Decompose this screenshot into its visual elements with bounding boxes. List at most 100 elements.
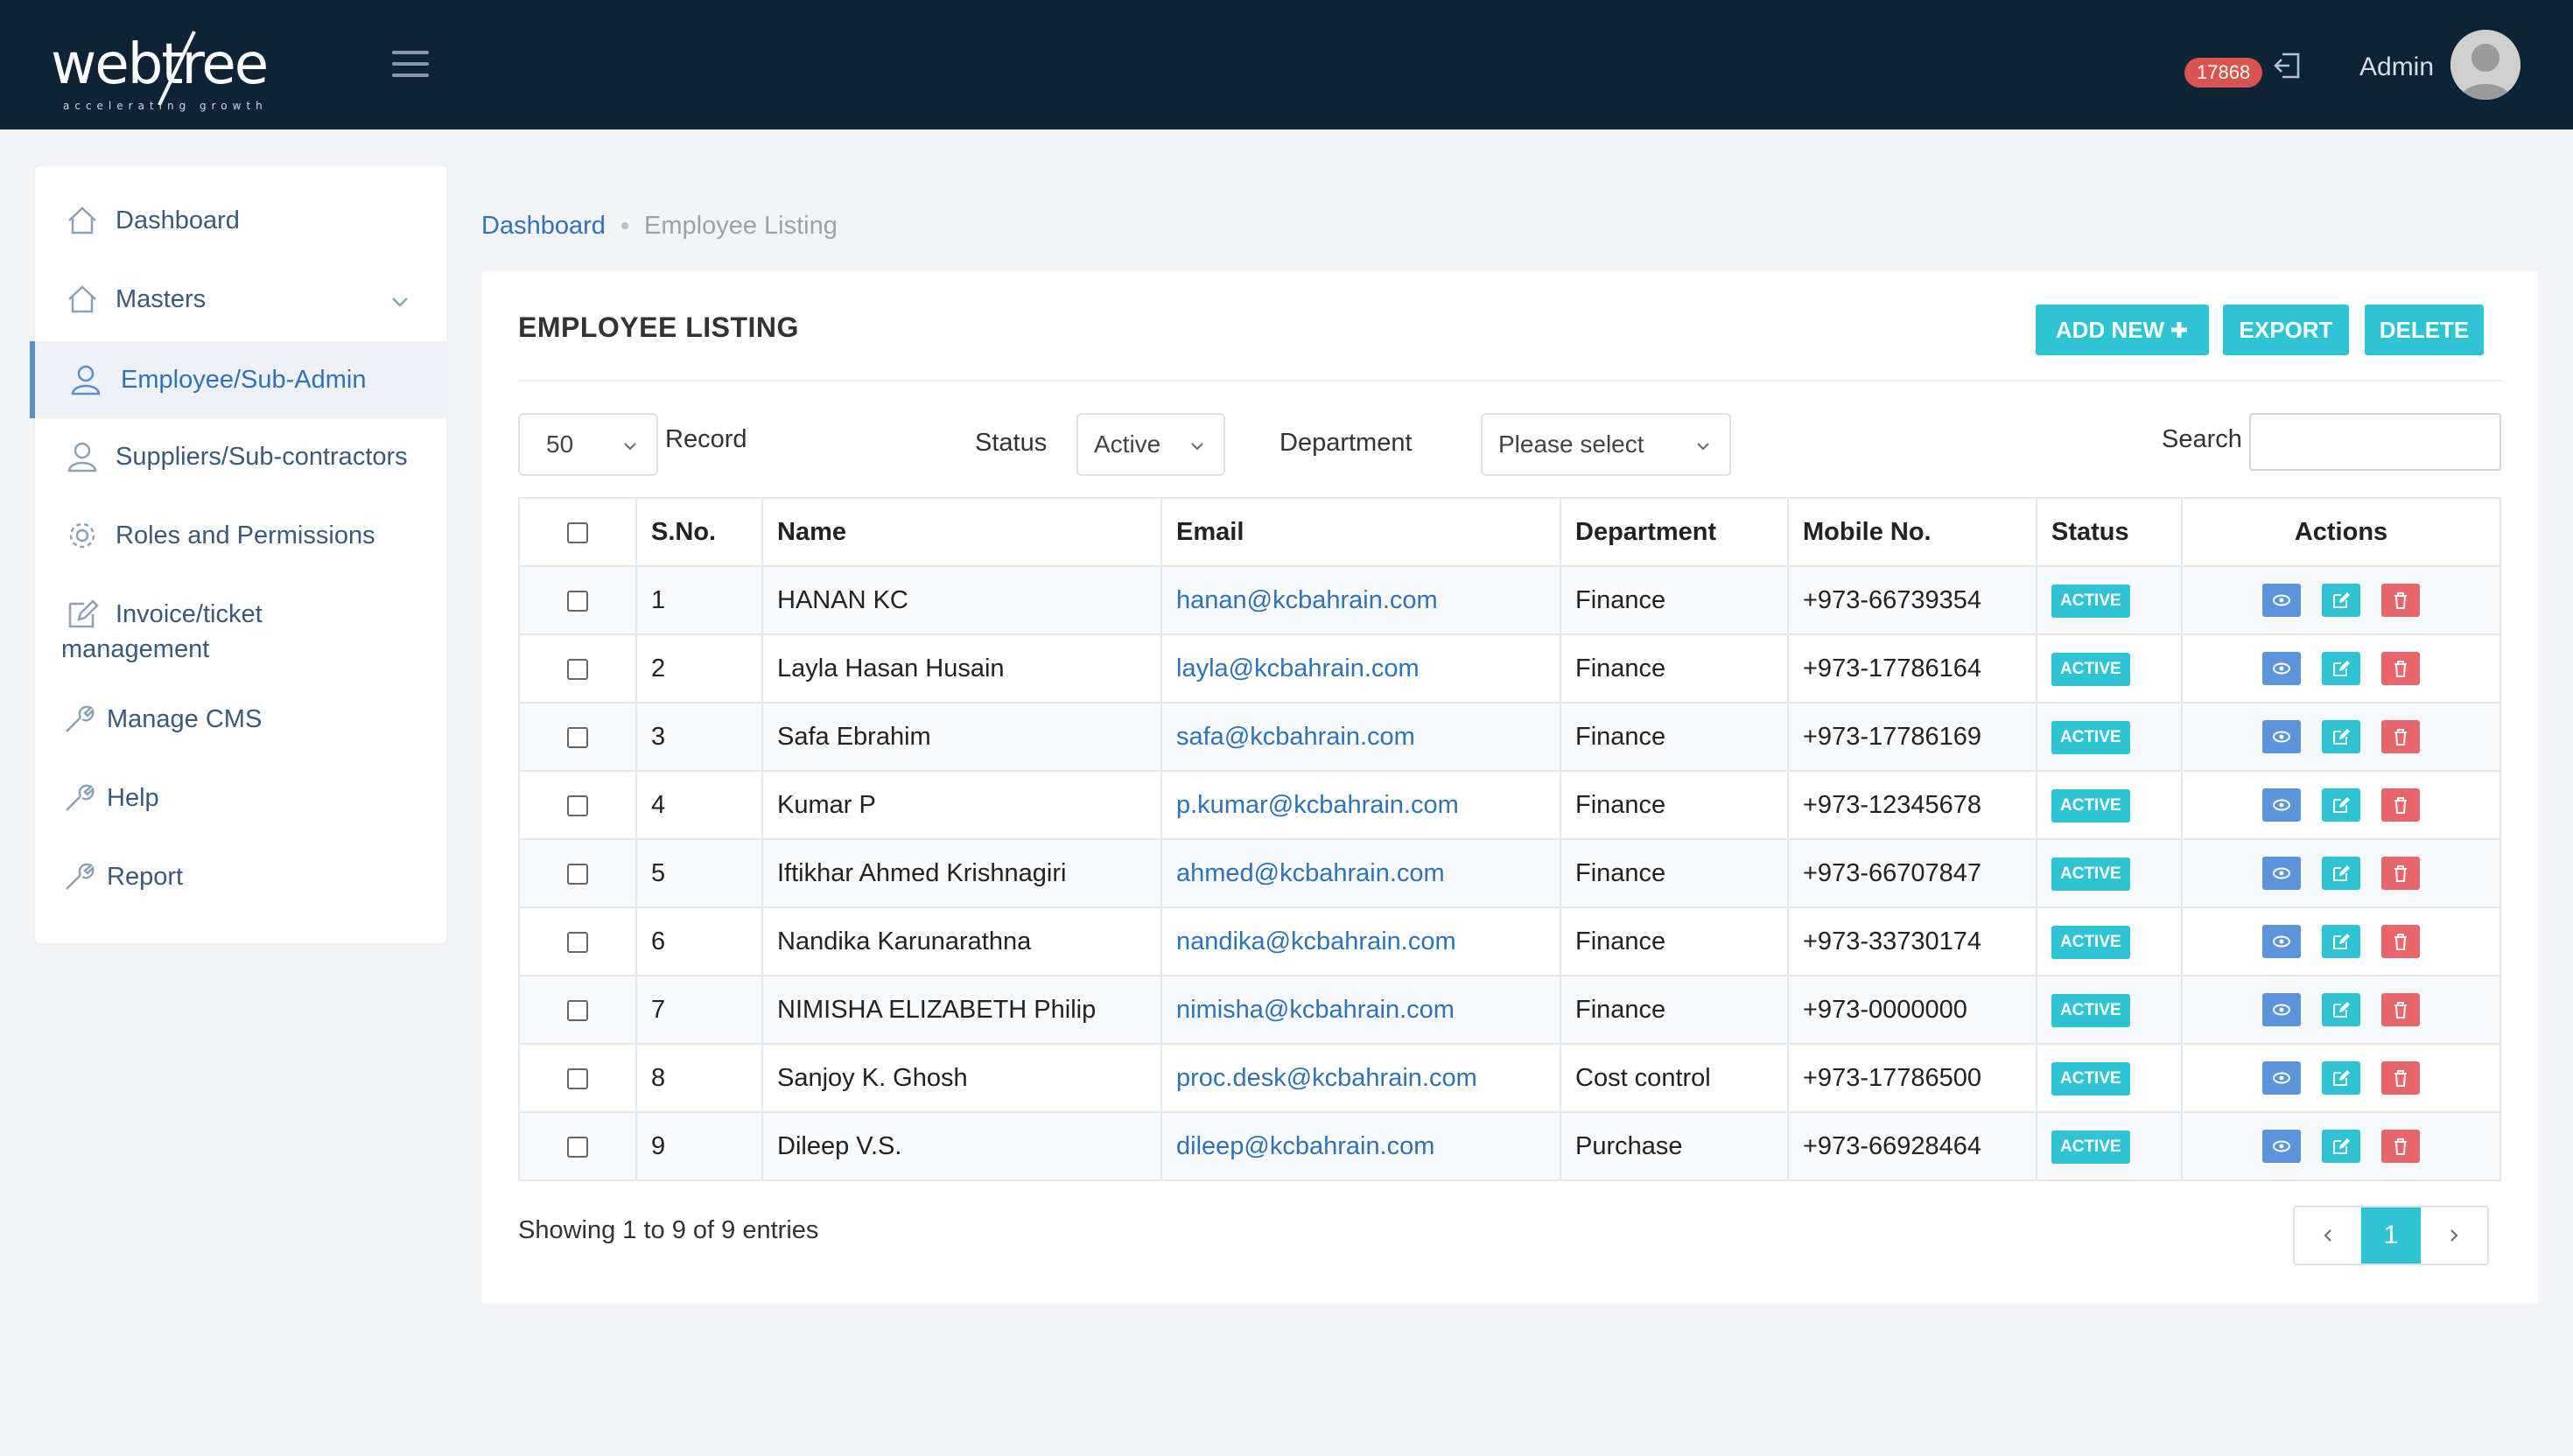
cell-status: ACTIVE [2036, 634, 2183, 704]
email-link[interactable]: p.kumar@kcbahrain.com [1176, 791, 1459, 819]
showing-entries-text: Showing 1 to 9 of 9 entries [518, 1216, 819, 1244]
email-link[interactable]: layla@kcbahrain.com [1176, 654, 1420, 682]
status-badge: ACTIVE [2051, 788, 2130, 822]
delete-row-button[interactable] [2381, 925, 2420, 958]
delete-row-button[interactable] [2381, 720, 2420, 753]
avatar[interactable] [2450, 30, 2520, 100]
email-link[interactable]: proc.desk@kcbahrain.com [1176, 1064, 1477, 1092]
sidebar-item-label: Dashboard [116, 206, 240, 234]
row-checkbox[interactable] [567, 999, 588, 1021]
email-link[interactable]: nandika@kcbahrain.com [1176, 928, 1456, 956]
sidebar-item-help[interactable]: Help [35, 770, 446, 828]
sidebar-item-suppliers[interactable]: Suppliers/Sub-contractors [35, 429, 446, 486]
status-badge: ACTIVE [2051, 1130, 2130, 1164]
delete-row-button[interactable] [2381, 788, 2420, 822]
view-button[interactable] [2262, 1061, 2301, 1095]
cell-actions [2181, 702, 2501, 772]
row-checkbox[interactable] [567, 1136, 588, 1158]
edit-button[interactable] [2322, 925, 2360, 958]
table-row: 3 Safa Ebrahim safa@kcbahrain.com Finance +9… [518, 702, 2501, 772]
cell-email: dileep@kcbahrain.com [1160, 1111, 1561, 1181]
breadcrumb-dashboard-link[interactable]: Dashboard [481, 212, 606, 241]
delete-row-button[interactable] [2381, 857, 2420, 890]
pagination-prev-button[interactable] [2295, 1208, 2361, 1264]
admin-username[interactable]: Admin [2359, 52, 2434, 82]
records-label: Record [665, 425, 747, 453]
view-button[interactable] [2262, 720, 2301, 753]
edit-button[interactable] [2322, 1061, 2360, 1095]
table-row: 8 Sanjoy K. Ghosh proc.desk@kcbahrain.com C… [518, 1043, 2501, 1113]
view-button[interactable] [2262, 788, 2301, 822]
records-per-page-select[interactable]: 50 [518, 413, 658, 476]
status-badge: ACTIVE [2051, 584, 2130, 618]
email-link[interactable]: safa@kcbahrain.com [1176, 723, 1415, 751]
column-header-mobile: Mobile No. [1787, 497, 2037, 567]
row-checkbox[interactable] [567, 863, 588, 885]
trash-icon [2394, 1002, 2407, 1018]
row-select-cell [518, 906, 637, 976]
hamburger-menu-icon[interactable] [392, 51, 429, 79]
sidebar-item-roles-permissions[interactable]: Roles and Permissions [35, 508, 446, 565]
cell-mobile: +973-17786164 [1787, 634, 2037, 704]
delete-row-button[interactable] [2381, 584, 2420, 617]
row-select-cell [518, 565, 637, 635]
email-link[interactable]: hanan@kcbahrain.com [1176, 586, 1438, 614]
sidebar-item-report[interactable]: Report [35, 849, 446, 906]
logout-icon[interactable] [2272, 51, 2302, 80]
export-button[interactable]: EXPORT [2223, 304, 2349, 355]
row-checkbox[interactable] [567, 726, 588, 748]
sidebar-item-invoice-ticket[interactable]: Invoice/ticket management [35, 586, 446, 670]
view-button[interactable] [2262, 993, 2301, 1026]
delete-row-button[interactable] [2381, 652, 2420, 685]
edit-button[interactable] [2322, 788, 2360, 822]
cell-status: ACTIVE [2036, 1043, 2183, 1113]
edit-button[interactable] [2322, 720, 2360, 753]
delete-button[interactable]: DELETE [2365, 304, 2484, 355]
edit-button[interactable] [2322, 1130, 2360, 1163]
sidebar-item-manage-cms[interactable]: Manage CMS [35, 691, 446, 749]
edit-button[interactable] [2322, 993, 2360, 1026]
sidebar-item-label: Report [107, 863, 184, 891]
pagination-page-current[interactable]: 1 [2361, 1208, 2421, 1264]
view-button[interactable] [2262, 1130, 2301, 1163]
row-select-cell [518, 702, 637, 772]
delete-row-button[interactable] [2381, 1061, 2420, 1095]
sidebar-item-masters[interactable]: Masters [35, 271, 446, 329]
view-button[interactable] [2262, 652, 2301, 685]
row-checkbox[interactable] [567, 590, 588, 612]
row-select-cell [518, 1111, 637, 1181]
pagination-next-button[interactable] [2421, 1208, 2487, 1264]
select-all-checkbox[interactable] [567, 522, 588, 543]
sidebar-item-employee-sub-admin[interactable]: Employee/Sub-Admin [30, 341, 446, 418]
home-icon [68, 285, 96, 313]
email-link[interactable]: nimisha@kcbahrain.com [1176, 996, 1455, 1024]
view-button[interactable] [2262, 925, 2301, 958]
row-checkbox[interactable] [567, 794, 588, 816]
cell-department: Finance [1560, 975, 1789, 1045]
department-filter-select[interactable]: Please select [1481, 413, 1731, 476]
view-button[interactable] [2262, 857, 2301, 890]
webtree-logo[interactable]: webtree accelerating growth [51, 26, 270, 122]
select-all-header [518, 497, 637, 567]
wrench-icon [66, 705, 95, 732]
edit-button[interactable] [2322, 857, 2360, 890]
column-header-name: Name [761, 497, 1162, 567]
row-checkbox[interactable] [567, 658, 588, 680]
status-filter-select[interactable]: Active [1076, 413, 1225, 476]
delete-row-button[interactable] [2381, 993, 2420, 1026]
row-checkbox[interactable] [567, 1068, 588, 1089]
edit-button[interactable] [2322, 652, 2360, 685]
department-filter-value: Please select [1498, 430, 1644, 458]
search-input[interactable] [2249, 413, 2501, 471]
row-checkbox[interactable] [567, 931, 588, 953]
view-button[interactable] [2262, 584, 2301, 617]
email-link[interactable]: ahmed@kcbahrain.com [1176, 859, 1445, 887]
edit-button[interactable] [2322, 584, 2360, 617]
cell-actions [2181, 906, 2501, 976]
add-new-button[interactable]: ADD NEW [2036, 304, 2209, 355]
cell-name: Kumar P [761, 770, 1162, 840]
delete-row-button[interactable] [2381, 1130, 2420, 1163]
notification-badge[interactable]: 17868 [2184, 58, 2263, 88]
sidebar-item-dashboard[interactable]: Dashboard [35, 192, 446, 250]
email-link[interactable]: dileep@kcbahrain.com [1176, 1132, 1434, 1160]
